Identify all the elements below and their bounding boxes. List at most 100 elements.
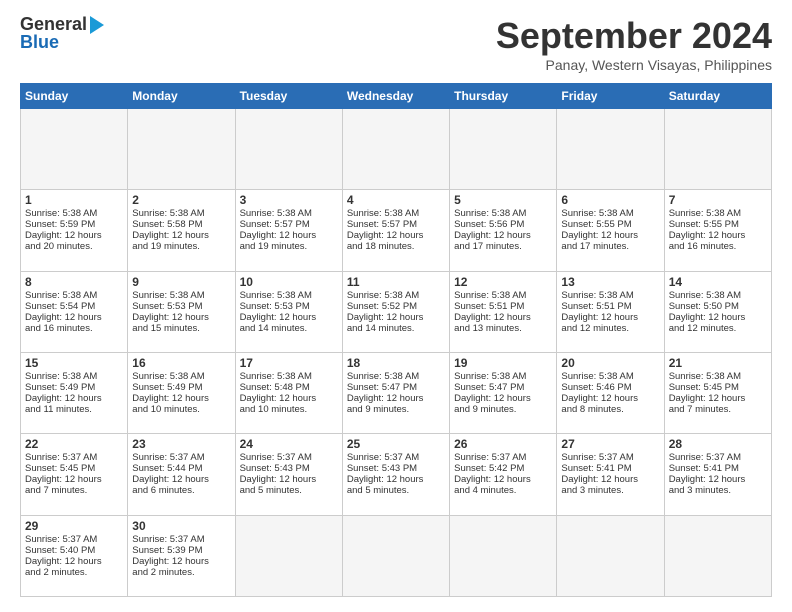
header-row: SundayMondayTuesdayWednesdayThursdayFrid…	[21, 84, 772, 109]
logo-general: General	[20, 14, 87, 34]
day-number: 12	[454, 275, 552, 289]
day-info: Sunrise: 5:38 AM	[669, 290, 767, 301]
calendar-table: SundayMondayTuesdayWednesdayThursdayFrid…	[20, 83, 772, 597]
day-info: and 5 minutes.	[347, 485, 445, 496]
day-number: 9	[132, 275, 230, 289]
day-info: Sunrise: 5:38 AM	[25, 208, 123, 219]
day-info: and 9 minutes.	[347, 404, 445, 415]
day-info: Daylight: 12 hours	[347, 474, 445, 485]
day-info: and 9 minutes.	[454, 404, 552, 415]
day-info: Sunset: 5:59 PM	[25, 219, 123, 230]
day-number: 17	[240, 356, 338, 370]
day-info: Sunrise: 5:38 AM	[669, 208, 767, 219]
day-info: Daylight: 12 hours	[25, 556, 123, 567]
calendar-cell: 4Sunrise: 5:38 AMSunset: 5:57 PMDaylight…	[342, 190, 449, 271]
week-row-4: 22Sunrise: 5:37 AMSunset: 5:45 PMDayligh…	[21, 434, 772, 515]
day-info: Sunrise: 5:38 AM	[240, 290, 338, 301]
day-number: 10	[240, 275, 338, 289]
calendar-cell: 6Sunrise: 5:38 AMSunset: 5:55 PMDaylight…	[557, 190, 664, 271]
day-number: 18	[347, 356, 445, 370]
day-info: Sunrise: 5:38 AM	[454, 290, 552, 301]
day-info: and 3 minutes.	[561, 485, 659, 496]
day-info: Sunset: 5:41 PM	[561, 463, 659, 474]
day-info: Sunrise: 5:38 AM	[240, 208, 338, 219]
calendar-cell: 3Sunrise: 5:38 AMSunset: 5:57 PMDaylight…	[235, 190, 342, 271]
day-info: and 8 minutes.	[561, 404, 659, 415]
day-info: Daylight: 12 hours	[240, 474, 338, 485]
header-cell-tuesday: Tuesday	[235, 84, 342, 109]
day-number: 29	[25, 519, 123, 533]
day-info: Sunrise: 5:37 AM	[561, 452, 659, 463]
day-info: and 2 minutes.	[25, 567, 123, 578]
day-info: Daylight: 12 hours	[25, 393, 123, 404]
calendar-cell	[450, 109, 557, 190]
day-info: Sunrise: 5:37 AM	[669, 452, 767, 463]
day-info: Daylight: 12 hours	[347, 393, 445, 404]
day-info: Sunset: 5:39 PM	[132, 545, 230, 556]
calendar-cell: 22Sunrise: 5:37 AMSunset: 5:45 PMDayligh…	[21, 434, 128, 515]
calendar-cell	[664, 109, 771, 190]
day-info: Sunset: 5:45 PM	[25, 463, 123, 474]
day-number: 8	[25, 275, 123, 289]
day-info: Daylight: 12 hours	[132, 230, 230, 241]
day-info: Sunset: 5:52 PM	[347, 301, 445, 312]
day-info: Sunrise: 5:38 AM	[454, 371, 552, 382]
calendar-cell: 11Sunrise: 5:38 AMSunset: 5:52 PMDayligh…	[342, 271, 449, 352]
day-info: Daylight: 12 hours	[240, 230, 338, 241]
day-number: 1	[25, 193, 123, 207]
day-info: and 15 minutes.	[132, 323, 230, 334]
calendar-cell	[557, 515, 664, 596]
day-number: 23	[132, 437, 230, 451]
day-number: 13	[561, 275, 659, 289]
day-info: Daylight: 12 hours	[347, 312, 445, 323]
day-info: Daylight: 12 hours	[561, 474, 659, 485]
day-info: Daylight: 12 hours	[132, 393, 230, 404]
calendar-cell	[342, 515, 449, 596]
day-info: and 3 minutes.	[669, 485, 767, 496]
day-info: and 13 minutes.	[454, 323, 552, 334]
day-info: Sunrise: 5:38 AM	[561, 290, 659, 301]
subtitle: Panay, Western Visayas, Philippines	[496, 57, 772, 73]
week-row-3: 15Sunrise: 5:38 AMSunset: 5:49 PMDayligh…	[21, 352, 772, 433]
calendar-cell: 28Sunrise: 5:37 AMSunset: 5:41 PMDayligh…	[664, 434, 771, 515]
page: General Blue September 2024 Panay, Weste…	[0, 0, 792, 612]
day-info: Sunset: 5:43 PM	[347, 463, 445, 474]
day-info: Daylight: 12 hours	[669, 474, 767, 485]
day-info: Sunset: 5:49 PM	[132, 382, 230, 393]
day-info: Daylight: 12 hours	[669, 312, 767, 323]
day-number: 4	[347, 193, 445, 207]
day-info: and 14 minutes.	[240, 323, 338, 334]
calendar-cell	[21, 109, 128, 190]
calendar-cell: 30Sunrise: 5:37 AMSunset: 5:39 PMDayligh…	[128, 515, 235, 596]
calendar-cell: 9Sunrise: 5:38 AMSunset: 5:53 PMDaylight…	[128, 271, 235, 352]
calendar-cell: 1Sunrise: 5:38 AMSunset: 5:59 PMDaylight…	[21, 190, 128, 271]
day-info: Sunrise: 5:37 AM	[132, 452, 230, 463]
day-number: 26	[454, 437, 552, 451]
calendar-cell	[235, 515, 342, 596]
day-info: and 17 minutes.	[454, 241, 552, 252]
calendar-cell: 12Sunrise: 5:38 AMSunset: 5:51 PMDayligh…	[450, 271, 557, 352]
week-row-1: 1Sunrise: 5:38 AMSunset: 5:59 PMDaylight…	[21, 190, 772, 271]
day-info: Sunset: 5:51 PM	[454, 301, 552, 312]
day-number: 2	[132, 193, 230, 207]
day-number: 28	[669, 437, 767, 451]
day-number: 21	[669, 356, 767, 370]
day-info: Daylight: 12 hours	[25, 230, 123, 241]
day-info: Sunset: 5:55 PM	[561, 219, 659, 230]
day-number: 19	[454, 356, 552, 370]
day-info: Sunrise: 5:38 AM	[669, 371, 767, 382]
calendar-cell	[235, 109, 342, 190]
day-info: Sunrise: 5:38 AM	[132, 371, 230, 382]
day-info: Sunrise: 5:38 AM	[454, 208, 552, 219]
day-info: and 6 minutes.	[132, 485, 230, 496]
header-cell-sunday: Sunday	[21, 84, 128, 109]
day-info: Sunset: 5:45 PM	[669, 382, 767, 393]
calendar-cell: 18Sunrise: 5:38 AMSunset: 5:47 PMDayligh…	[342, 352, 449, 433]
day-info: and 2 minutes.	[132, 567, 230, 578]
day-number: 11	[347, 275, 445, 289]
day-info: Sunrise: 5:38 AM	[132, 208, 230, 219]
day-info: Daylight: 12 hours	[132, 312, 230, 323]
calendar-cell: 8Sunrise: 5:38 AMSunset: 5:54 PMDaylight…	[21, 271, 128, 352]
calendar-cell	[557, 109, 664, 190]
day-info: Daylight: 12 hours	[454, 393, 552, 404]
